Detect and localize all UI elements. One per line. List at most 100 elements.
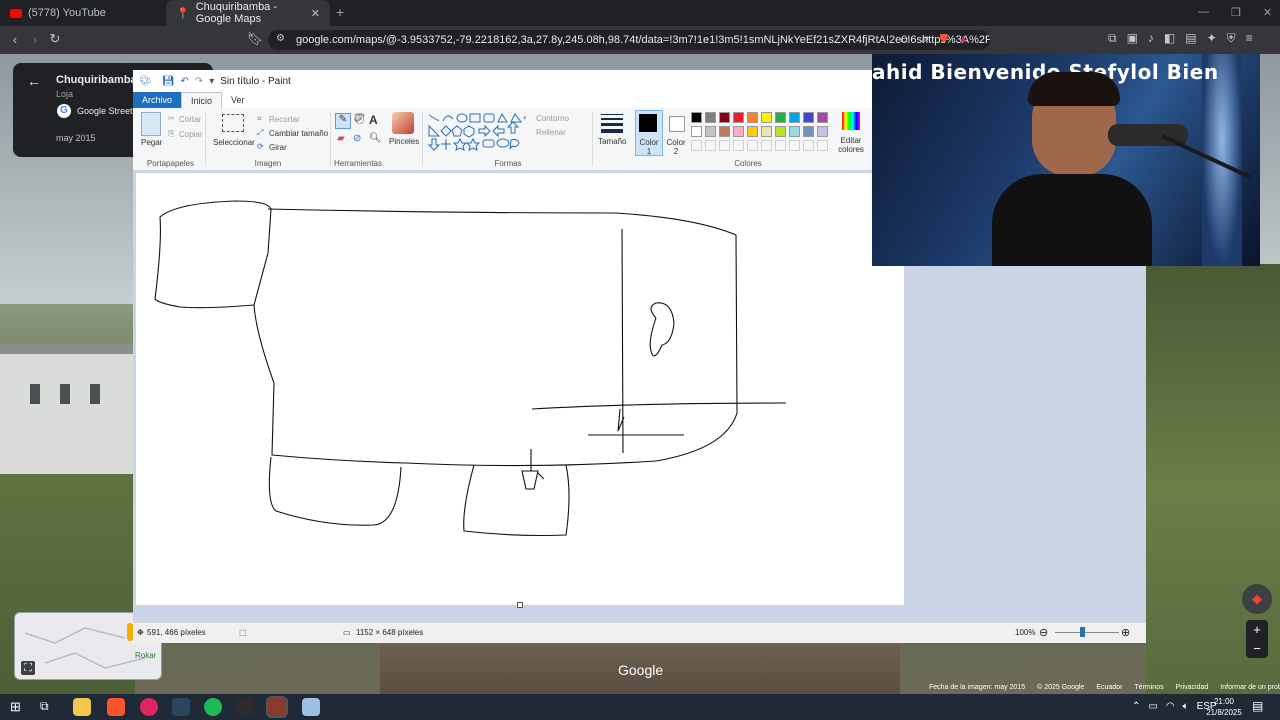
palette-custom-swatch[interactable] <box>775 140 786 151</box>
wifi-icon[interactable]: ◠ <box>1166 701 1175 712</box>
brave-shield-icon[interactable]: ⛊ <box>940 33 948 46</box>
palette-swatch[interactable] <box>817 112 828 123</box>
select-button[interactable]: Seleccionar <box>213 138 255 147</box>
undo-icon[interactable]: ↶ <box>180 76 188 87</box>
forward-icon[interactable]: › <box>26 32 44 47</box>
maximize-icon[interactable]: ❐ <box>1231 6 1241 19</box>
edit-colors-icon[interactable] <box>842 112 860 130</box>
epic-games-icon[interactable] <box>236 698 254 716</box>
reader-icon[interactable]: ▣ <box>1127 31 1138 46</box>
palette-swatch[interactable] <box>775 126 786 137</box>
steam-icon[interactable] <box>172 698 190 716</box>
palette-swatch[interactable] <box>705 112 716 123</box>
drawing-canvas[interactable] <box>136 173 904 605</box>
palette-swatch[interactable] <box>803 126 814 137</box>
palette-custom-swatch[interactable] <box>747 140 758 151</box>
eraser-icon[interactable]: ▰ <box>337 133 345 144</box>
tab-youtube[interactable]: (5778) YouTube <box>0 0 166 26</box>
palette-swatch[interactable] <box>761 112 772 123</box>
extensions-icon[interactable]: ⧉ <box>1108 31 1117 46</box>
palette-swatch[interactable] <box>733 126 744 137</box>
close-window-icon[interactable]: ✕ <box>1263 6 1272 19</box>
install-icon[interactable]: ▭ <box>900 33 910 46</box>
spotify-icon[interactable] <box>204 698 222 716</box>
text-icon[interactable]: A <box>369 113 378 127</box>
palette-swatch[interactable] <box>775 112 786 123</box>
resize-button[interactable]: Cambiar tamaño <box>269 129 328 138</box>
palette-custom-swatch[interactable] <box>719 140 730 151</box>
brave-icon[interactable] <box>107 698 125 716</box>
site-info-icon[interactable]: ⚙ <box>276 33 285 44</box>
tab-ver[interactable]: Ver <box>222 92 254 108</box>
zoom-in-icon[interactable]: ⊕ <box>1121 626 1130 639</box>
tray-chevron-icon[interactable]: ⌃ <box>1132 701 1140 712</box>
palette-custom-swatch[interactable] <box>733 140 744 151</box>
compass-icon[interactable]: ◆ <box>1242 584 1272 614</box>
obs-icon[interactable] <box>266 696 288 718</box>
zoom-out-icon[interactable]: ⊖ <box>1039 626 1048 639</box>
tab-google-maps[interactable]: 📍 Chuquiribamba - Google Maps ✕ <box>166 0 330 26</box>
shapes-scroll-icon[interactable]: ▾ <box>523 114 527 122</box>
quick-access-dropdown-icon[interactable]: ▾ <box>209 76 214 87</box>
magnifier-icon[interactable]: 🔍︎ <box>369 133 382 144</box>
edit-colors-button[interactable]: Editar colores <box>835 136 867 154</box>
color2-label[interactable]: Color 2 <box>665 138 687 156</box>
redo-icon[interactable]: ↷ <box>195 76 203 87</box>
report-link[interactable]: Informar de un problema <box>1220 684 1280 694</box>
reload-icon[interactable]: ↻ <box>46 31 64 47</box>
app-icon[interactable] <box>140 698 158 716</box>
palette-swatch[interactable] <box>719 126 730 137</box>
palette-swatch[interactable] <box>789 112 800 123</box>
task-view-icon[interactable]: ⧉ <box>40 699 49 714</box>
paste-button[interactable]: Pegar <box>141 138 162 147</box>
palette-swatch[interactable] <box>719 112 730 123</box>
palette-custom-swatch[interactable] <box>803 140 814 151</box>
privacy-link[interactable]: Privacidad <box>1176 684 1209 694</box>
close-tab-icon[interactable]: ✕ <box>311 7 320 20</box>
tab-inicio[interactable]: Inicio <box>181 92 223 108</box>
zoom-in-button[interactable]: + <box>1246 620 1268 639</box>
zoom-slider-track[interactable] <box>1055 632 1119 633</box>
color2-swatch[interactable] <box>669 116 685 132</box>
network-icon[interactable]: ▭ <box>1148 701 1157 712</box>
minimize-icon[interactable]: — <box>1198 6 1209 19</box>
color-picker-icon[interactable]: ⊘ <box>353 133 361 144</box>
crop-button[interactable]: Recortar <box>269 115 300 124</box>
palette-swatch[interactable] <box>789 126 800 137</box>
back-arrow-icon[interactable]: ← <box>27 73 41 89</box>
brushes-button[interactable]: Pinceles <box>389 137 419 146</box>
palette-custom-swatch[interactable] <box>817 140 828 151</box>
share-icon[interactable]: ⇗ <box>920 33 929 46</box>
capture-date[interactable]: may 2015 <box>56 133 96 143</box>
size-icon[interactable] <box>601 114 623 133</box>
fill-icon[interactable]: 🪣︎ <box>353 114 366 125</box>
notifications-icon[interactable]: ▤ <box>1252 699 1263 713</box>
new-tab-button[interactable]: + <box>336 4 344 20</box>
volume-icon[interactable]: 🔈︎ <box>1183 701 1189 712</box>
music-icon[interactable]: ♪ <box>1148 31 1154 46</box>
paste-icon[interactable] <box>141 112 161 136</box>
vpn-icon[interactable]: ⛨ <box>1227 31 1236 46</box>
back-icon[interactable]: ‹ <box>6 32 24 47</box>
brave-rewards-icon[interactable]: ▲ <box>958 33 969 46</box>
menu-icon[interactable]: ≡ <box>1246 31 1253 46</box>
resize-handle-bottom[interactable] <box>517 602 523 608</box>
palette-swatch[interactable] <box>761 126 772 137</box>
tab-archivo[interactable]: Archivo <box>133 92 182 108</box>
expand-icon[interactable]: ⛶ <box>21 661 35 675</box>
size-button[interactable]: Tamaño <box>598 137 626 146</box>
cut-button[interactable]: Cortar <box>179 115 201 124</box>
palette-custom-swatch[interactable] <box>691 140 702 151</box>
zoom-slider-thumb[interactable] <box>1080 627 1085 637</box>
clock[interactable]: 21:00 21/8/2025 <box>1204 696 1244 718</box>
shapes-gallery[interactable] <box>427 112 523 152</box>
rotate-button[interactable]: Girar <box>269 143 287 152</box>
select-icon[interactable] <box>222 114 244 132</box>
palette-custom-swatch[interactable] <box>761 140 772 151</box>
palette-swatch[interactable] <box>691 112 702 123</box>
windows-start-icon[interactable]: ⊞ <box>10 699 21 715</box>
fill-button[interactable]: Rellenar <box>536 128 566 137</box>
palette-custom-swatch[interactable] <box>789 140 800 151</box>
wallet-icon[interactable]: ▤ <box>1185 31 1196 46</box>
terms-link[interactable]: Términos <box>1134 684 1163 694</box>
